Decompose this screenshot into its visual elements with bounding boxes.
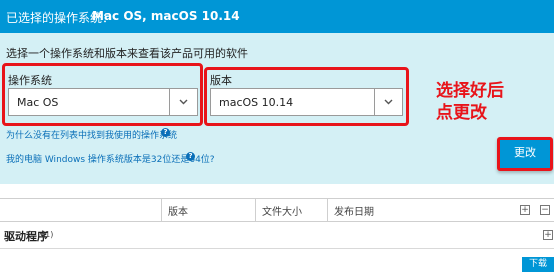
annotation-line-1: 选择好后: [436, 81, 504, 101]
annotation-line-2: 点更改: [436, 103, 487, 123]
change-button[interactable]: 更改: [497, 137, 553, 171]
section-count: (1): [42, 230, 54, 239]
collapse-all-icon[interactable]: −: [540, 205, 550, 215]
download-button[interactable]: 下载: [522, 257, 554, 272]
instruction-text: 选择一个操作系统和版本来查看该产品可用的软件: [6, 47, 248, 60]
os-bitness-link[interactable]: 我的电脑 Windows 操作系统版本是32位还是64位?: [6, 152, 215, 165]
annotation-text: 选择好后 点更改: [436, 80, 536, 124]
section-expand-icon[interactable]: +: [543, 230, 553, 240]
row-divider: [0, 248, 554, 249]
help-icon[interactable]: ?: [186, 152, 195, 161]
selected-os-value: Mac OS, macOS 10.14: [92, 9, 240, 23]
column-divider: [161, 199, 162, 221]
os-highlight-box: [2, 63, 203, 126]
column-divider: [255, 199, 256, 221]
column-divider: [327, 199, 328, 221]
selected-os-bar: 已选择的操作系统： Mac OS, macOS 10.14: [0, 0, 554, 33]
expand-all-icon[interactable]: +: [520, 205, 530, 215]
column-file-size: 文件大小: [262, 207, 302, 218]
os-not-found-link[interactable]: 为什么没有在列表中找到我使用的操作系统: [6, 128, 177, 141]
help-icon[interactable]: ?: [161, 128, 170, 137]
column-release-date: 发布日期: [334, 207, 374, 218]
table-header: 版本 文件大小 发布日期 + −: [0, 198, 554, 222]
column-version: 版本: [168, 207, 188, 218]
version-highlight-box: [204, 67, 409, 126]
